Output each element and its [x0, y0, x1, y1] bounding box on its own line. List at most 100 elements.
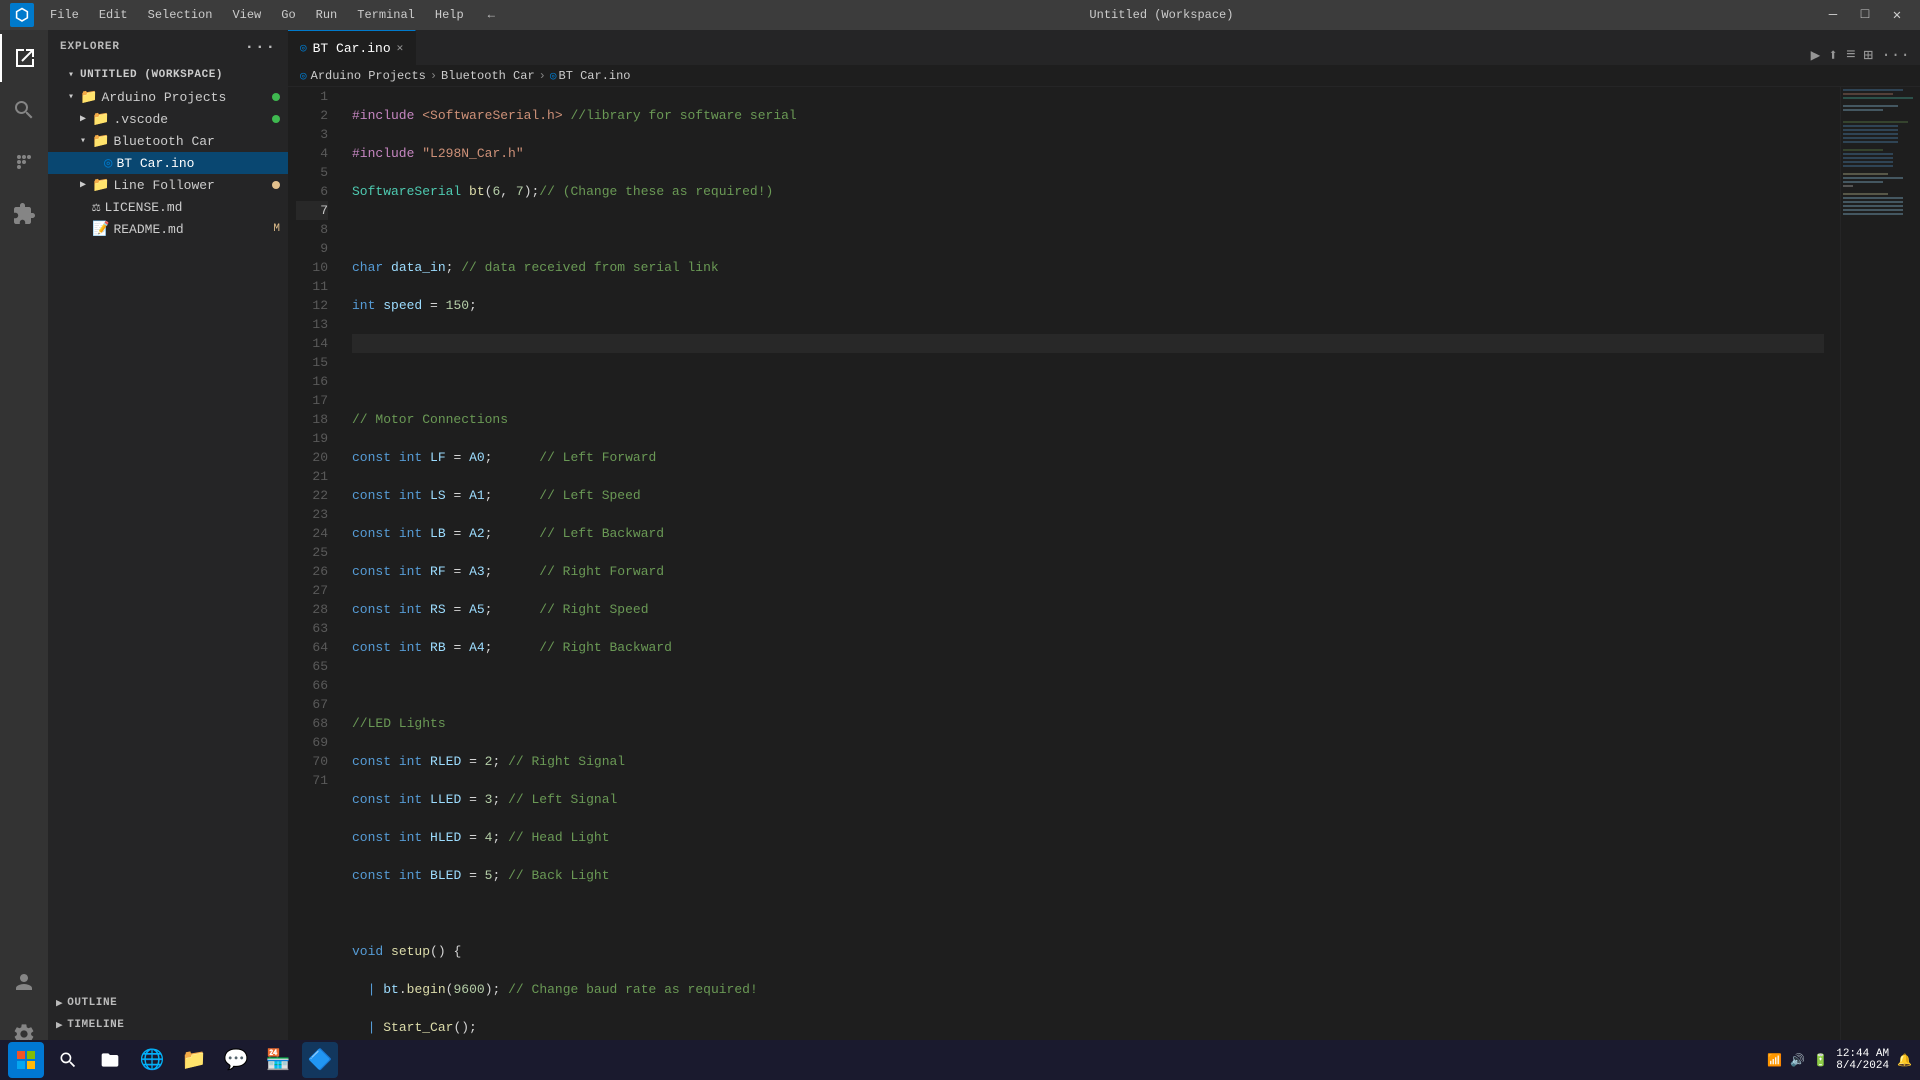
- menu-edit[interactable]: Edit: [91, 6, 136, 24]
- sidebar-item-vscode[interactable]: ▶ 📁 .vscode: [48, 108, 288, 130]
- tab-bar: ◎ BT Car.ino ✕ ▶ ⬆ ≡ ⊞ ···: [288, 30, 1920, 65]
- breadcrumb-bt-car-ino[interactable]: BT Car.ino: [559, 69, 631, 83]
- folder-icon: 📁: [80, 89, 97, 106]
- readme-label: README.md: [113, 222, 183, 237]
- tab-close-button[interactable]: ✕: [397, 41, 404, 55]
- code-line-8: [352, 372, 1824, 391]
- taskbar-vscode[interactable]: 🔷: [302, 1042, 338, 1078]
- menu-view[interactable]: View: [224, 6, 269, 24]
- split-button[interactable]: ⊞: [1864, 45, 1874, 65]
- code-line-20: const int HLED = 4; // Head Light: [352, 828, 1824, 847]
- breadcrumb-arduino-projects[interactable]: Arduino Projects: [311, 69, 426, 83]
- code-line-9: // Motor Connections: [352, 410, 1824, 429]
- code-line-2: #include "L298N_Car.h": [352, 144, 1824, 163]
- workspace-root[interactable]: ▾ UNTITLED (WORKSPACE): [48, 64, 288, 86]
- taskbar-search[interactable]: [50, 1042, 86, 1078]
- taskbar-datetime[interactable]: 12:44 AM 8/4/2024: [1836, 1048, 1889, 1072]
- upload-button[interactable]: ⬆: [1828, 45, 1838, 65]
- menu-go[interactable]: Go: [273, 6, 303, 24]
- code-line-4: [352, 220, 1824, 239]
- menu-selection[interactable]: Selection: [140, 6, 221, 24]
- maximize-button[interactable]: □: [1852, 5, 1878, 25]
- activity-extensions[interactable]: [0, 190, 48, 238]
- code-line-17: //LED Lights: [352, 714, 1824, 733]
- taskbar-right: 📶 🔊 🔋 12:44 AM 8/4/2024 🔔: [1767, 1048, 1912, 1072]
- code-content[interactable]: #include <SoftwareSerial.h> //library fo…: [336, 87, 1840, 1058]
- code-line-5: char data_in; // data received from seri…: [352, 258, 1824, 277]
- code-line-22: [352, 904, 1824, 923]
- minimap: [1840, 87, 1920, 1058]
- workspace-chevron: ▾: [64, 69, 78, 81]
- code-line-16: [352, 676, 1824, 695]
- taskbar-chrome[interactable]: 🌐: [134, 1042, 170, 1078]
- taskbar-start[interactable]: [8, 1042, 44, 1078]
- code-line-13: const int RF = A3; // Right Forward: [352, 562, 1824, 581]
- readme-icon: 📝: [92, 221, 109, 238]
- vscode-logo: ⬡: [10, 3, 34, 27]
- tab-right-actions: ▶ ⬆ ≡ ⊞ ···: [1811, 45, 1920, 65]
- line-follower-label: Line Follower: [113, 178, 214, 193]
- breadcrumb-bluetooth-car[interactable]: Bluetooth Car: [441, 69, 535, 83]
- sidebar-item-arduino-projects[interactable]: ▾ 📁 Arduino Projects: [48, 86, 288, 108]
- vscode-folder-icon: 📁: [92, 111, 109, 128]
- readme-modified-badge: M: [273, 223, 280, 235]
- menu-help[interactable]: Help: [427, 6, 472, 24]
- license-label: LICENSE.md: [104, 200, 182, 215]
- taskbar-volume-icon: 🔊: [1790, 1053, 1805, 1068]
- nav-back[interactable]: ←: [480, 6, 503, 24]
- code-line-10: const int LF = A0; // Left Forward: [352, 448, 1824, 467]
- menu-button[interactable]: ≡: [1846, 46, 1856, 64]
- breadcrumb-icon: ◎: [550, 69, 557, 83]
- vscode-badge: [272, 115, 280, 123]
- close-button[interactable]: ✕: [1884, 5, 1910, 25]
- titlebar-left: ⬡ File Edit Selection View Go Run Termin…: [10, 3, 503, 27]
- code-line-6: int speed = 150;: [352, 296, 1824, 315]
- sidebar-item-license[interactable]: ⚖ LICENSE.md: [48, 196, 288, 218]
- sidebar-item-bluetooth-car[interactable]: ▾ 📁 Bluetooth Car: [48, 130, 288, 152]
- vscode-label: .vscode: [113, 112, 168, 127]
- activity-account[interactable]: [0, 958, 48, 1006]
- tab-bt-car-ino[interactable]: ◎ BT Car.ino ✕: [288, 30, 416, 65]
- code-line-18: const int RLED = 2; // Right Signal: [352, 752, 1824, 771]
- titlebar-controls: — □ ✕: [1820, 5, 1910, 25]
- line-follower-folder-icon: 📁: [92, 177, 109, 194]
- bluetooth-car-chevron: ▾: [76, 135, 90, 147]
- code-line-14: const int RS = A5; // Right Speed: [352, 600, 1824, 619]
- menu-run[interactable]: Run: [308, 6, 346, 24]
- activity-source-control[interactable]: [0, 138, 48, 186]
- minimize-button[interactable]: —: [1820, 5, 1846, 25]
- taskbar-store[interactable]: 🏪: [260, 1042, 296, 1078]
- code-line-15: const int RB = A4; // Right Backward: [352, 638, 1824, 657]
- breadcrumb: ◎ Arduino Projects › Bluetooth Car › ◎ B…: [288, 65, 1920, 87]
- taskbar-notifications[interactable]: 🔔: [1897, 1053, 1912, 1068]
- main-layout: Explorer ··· ▾ UNTITLED (WORKSPACE) ▾ 📁 …: [0, 30, 1920, 1058]
- run-button[interactable]: ▶: [1811, 45, 1821, 65]
- outline-chevron: ▶: [56, 996, 63, 1010]
- code-editor[interactable]: 12345 678910 1112131415 1617181920 21222…: [288, 87, 1920, 1058]
- code-line-25: | Start_Car();: [352, 1018, 1824, 1037]
- activity-search[interactable]: [0, 86, 48, 134]
- menu-file[interactable]: File: [42, 6, 87, 24]
- breadcrumb-file-icon: ◎: [300, 69, 307, 83]
- taskbar-files[interactable]: [92, 1042, 128, 1078]
- sidebar-item-bt-car-ino[interactable]: ◎ BT Car.ino: [48, 152, 288, 174]
- outline-section[interactable]: ▶ OUTLINE: [48, 992, 288, 1014]
- bluetooth-car-folder-icon: 📁: [92, 133, 109, 150]
- taskbar-explorer[interactable]: 📁: [176, 1042, 212, 1078]
- menu-terminal[interactable]: Terminal: [349, 6, 423, 24]
- editor-area: ◎ BT Car.ino ✕ ▶ ⬆ ≡ ⊞ ··· ◎ Arduino Pro…: [288, 30, 1920, 1058]
- sidebar-more-button[interactable]: ···: [245, 38, 276, 56]
- breadcrumb-sep-2: ›: [539, 69, 546, 83]
- more-button[interactable]: ···: [1881, 46, 1910, 64]
- line-numbers: 12345 678910 1112131415 1617181920 21222…: [288, 87, 336, 1058]
- title-bar: ⬡ File Edit Selection View Go Run Termin…: [0, 0, 1920, 30]
- timeline-section[interactable]: ▶ TIMELINE: [48, 1014, 288, 1036]
- sidebar-item-readme[interactable]: 📝 README.md M: [48, 218, 288, 240]
- activity-explorer[interactable]: [0, 34, 48, 82]
- taskbar: 🌐 📁 💬 🏪 🔷 📶 🔊 🔋 12:44 AM 8/4/2024 🔔: [0, 1040, 1920, 1080]
- sidebar-item-line-follower[interactable]: ▶ 📁 Line Follower: [48, 174, 288, 196]
- code-line-19: const int LLED = 3; // Left Signal: [352, 790, 1824, 809]
- taskbar-whatsapp[interactable]: 💬: [218, 1042, 254, 1078]
- vscode-chevron: ▶: [76, 113, 90, 125]
- breadcrumb-sep-1: ›: [430, 69, 437, 83]
